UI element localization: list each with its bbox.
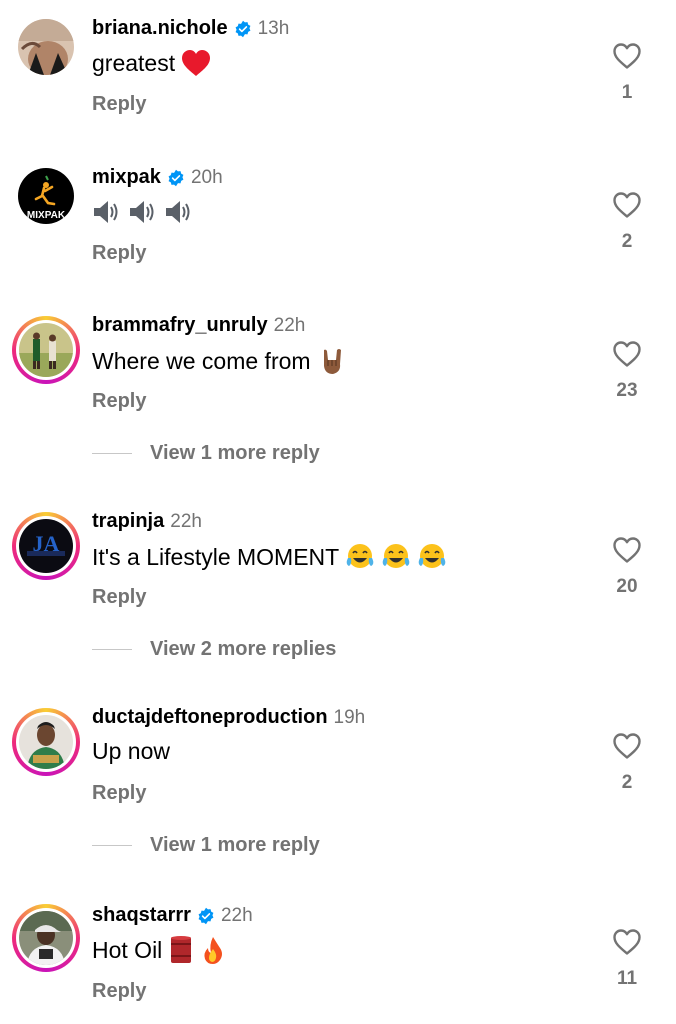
like-count: 20 <box>616 576 638 597</box>
avatar[interactable]: JA <box>12 512 80 580</box>
verified-badge-icon <box>197 907 215 925</box>
avatar-photo-cap <box>19 911 73 965</box>
username[interactable]: trapinja <box>92 510 164 533</box>
reply-button[interactable]: Reply <box>92 980 146 1003</box>
view-more-replies-button[interactable]: View 1 more reply <box>92 442 320 465</box>
username[interactable]: ductajdeftoneproduction <box>92 706 328 729</box>
mixpak-logo: MIXPAK <box>18 168 74 224</box>
tears-of-joy-emoji <box>417 542 447 572</box>
like-heart-icon[interactable] <box>612 42 642 70</box>
reply-button[interactable]: Reply <box>92 586 146 609</box>
view-more-replies-button[interactable]: View 2 more replies <box>92 638 336 661</box>
like-count: 1 <box>621 82 633 103</box>
view-more-replies-label: View 2 more replies <box>150 638 337 660</box>
comment-time: 22h <box>170 510 202 532</box>
red-heart-emoji <box>181 49 211 77</box>
divider <box>92 649 132 650</box>
like-heart-icon[interactable] <box>612 191 642 219</box>
oil-drum-emoji <box>168 935 194 965</box>
comment-time: 22h <box>273 314 306 336</box>
avatar-photo-man <box>19 715 73 769</box>
reply-button[interactable]: Reply <box>92 242 146 265</box>
username[interactable]: briana.nichole <box>92 17 228 40</box>
username[interactable]: mixpak <box>92 166 161 189</box>
sign-of-horns-emoji <box>317 346 347 376</box>
view-more-replies-label: View 1 more reply <box>150 442 320 464</box>
comment-text: Where we come from <box>92 347 311 374</box>
like-count: 11 <box>616 968 638 989</box>
speaker-emoji <box>128 198 158 226</box>
reply-button[interactable]: Reply <box>92 390 146 413</box>
comment-text: greatest <box>92 49 176 76</box>
like-heart-icon[interactable] <box>612 536 642 564</box>
username[interactable]: shaqstarrr <box>92 904 191 927</box>
avatar[interactable] <box>12 316 80 384</box>
comment-time: 13h <box>257 17 290 39</box>
view-more-replies-label: View 1 more reply <box>150 834 320 856</box>
like-heart-icon[interactable] <box>612 928 642 956</box>
like-heart-icon[interactable] <box>612 732 642 760</box>
speaker-emoji <box>164 198 194 226</box>
verified-badge-icon <box>234 20 252 38</box>
comment-time: 22h <box>220 904 253 926</box>
reply-button[interactable]: Reply <box>92 93 146 116</box>
tears-of-joy-emoji <box>345 542 375 572</box>
avatar[interactable]: MIXPAK <box>12 162 80 230</box>
comment-time: 20h <box>190 166 223 188</box>
divider <box>92 453 132 454</box>
comment-text: Hot Oil <box>92 936 163 963</box>
verified-badge-icon <box>167 169 185 187</box>
avatar-photo-woman <box>18 19 74 75</box>
username[interactable]: brammafry_unruly <box>92 314 268 337</box>
avatar[interactable] <box>12 13 80 81</box>
divider <box>92 845 132 846</box>
avatar[interactable] <box>12 904 80 972</box>
fire-emoji <box>200 935 226 965</box>
speaker-emoji <box>92 198 122 226</box>
view-more-replies-button[interactable]: View 1 more reply <box>92 834 320 857</box>
reply-button[interactable]: Reply <box>92 782 146 805</box>
comment-text: It's a Lifestyle MOMENT <box>92 543 340 570</box>
avatar-label: MIXPAK <box>27 210 66 221</box>
like-count: 2 <box>621 772 633 793</box>
like-count: 2 <box>621 231 633 252</box>
comment-time: 19h <box>333 706 366 728</box>
like-heart-icon[interactable] <box>612 340 642 368</box>
like-count: 23 <box>616 380 638 401</box>
avatar-photo-field <box>19 323 73 377</box>
comment-text: Up now <box>92 738 170 764</box>
tears-of-joy-emoji <box>381 542 411 572</box>
avatar[interactable] <box>12 708 80 776</box>
trapinja-logo: JA <box>19 519 73 573</box>
